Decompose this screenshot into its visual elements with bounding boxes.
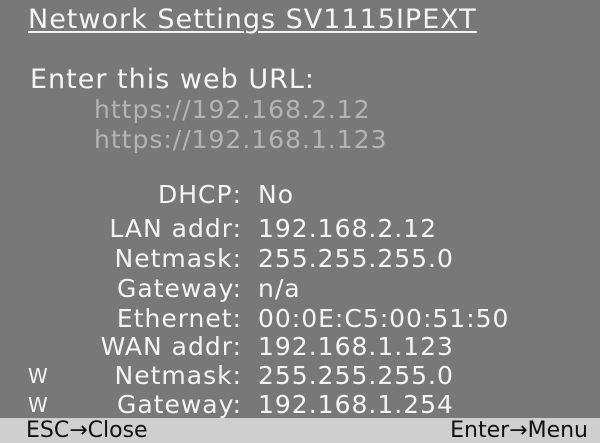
url-prompt: Enter this web URL: [30,64,315,95]
setting-label: Netmask: [114,361,242,390]
web-url-lan: https://192.168.2.12 [94,95,371,124]
setting-label: Netmask: [114,244,242,273]
setting-row-dhcp: DHCP: No [0,180,600,210]
setting-row-wan-netmask: W Netmask: 255.255.255.0 [0,361,600,391]
setting-value: 192.168.2.12 [258,214,437,243]
enter-menu-button[interactable]: Enter→Menu [450,418,588,443]
setting-label: DHCP: [157,180,242,209]
setting-label: Gateway: [116,390,242,419]
setting-value: 192.168.1.123 [258,332,454,361]
setting-row-ethernet: Ethernet: 00:0E:C5:00:51:50 [0,304,600,334]
setting-row-wan-addr: WAN addr: 192.168.1.123 [0,332,600,362]
setting-prefix: W [28,364,49,388]
setting-label: LAN addr: [109,214,242,243]
web-url-wan: https://192.168.1.123 [94,125,388,154]
setting-row-lan-addr: LAN addr: 192.168.2.12 [0,214,600,244]
setting-label: Gateway: [116,274,242,303]
setting-value: n/a [258,274,301,303]
setting-value: 255.255.255.0 [258,244,454,273]
esc-close-button[interactable]: ESC→Close [26,418,148,443]
setting-row-gateway: Gateway: n/a [0,274,600,304]
setting-value: No [258,180,294,209]
osd-screen: Network Settings SV1115IPEXT Enter this … [0,0,600,443]
setting-row-netmask: Netmask: 255.255.255.0 [0,244,600,274]
footer-bar: ESC→Close Enter→Menu [0,418,600,443]
setting-value: 255.255.255.0 [258,361,454,390]
setting-label: Ethernet: [116,304,242,333]
setting-label: WAN addr: [100,332,242,361]
setting-prefix: W [28,393,49,417]
setting-value: 00:0E:C5:00:51:50 [258,304,510,333]
page-title: Network Settings SV1115IPEXT [28,4,477,35]
setting-row-wan-gateway: W Gateway: 192.168.1.254 [0,390,600,420]
setting-value: 192.168.1.254 [258,390,454,419]
